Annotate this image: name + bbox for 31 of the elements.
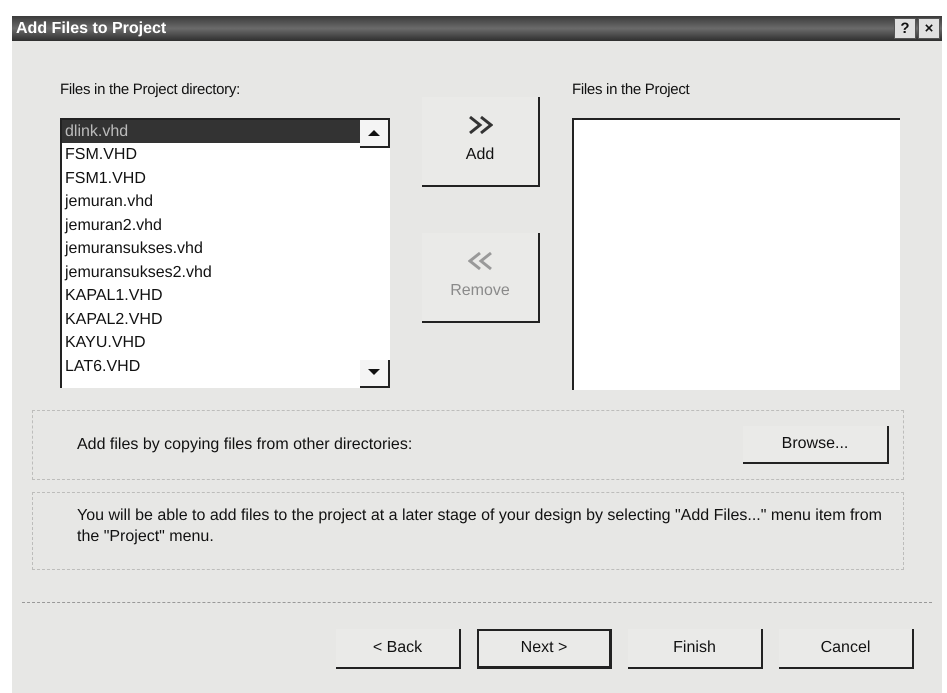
list-label: Files in the Project	[572, 80, 690, 100]
scroll-up-button[interactable]	[360, 120, 390, 148]
double-left-arrow-icon	[468, 251, 492, 271]
file-list-item[interactable]: KAYU.VHD	[62, 331, 360, 354]
file-list-item[interactable]: jemuransukses2.vhd	[62, 260, 360, 284]
close-button[interactable]: ×	[918, 18, 940, 39]
file-list-item[interactable]: KAPAL1.VHD	[62, 284, 360, 308]
cancel-button[interactable]: Cancel	[779, 628, 914, 668]
file-list-item[interactable]: LAT6.VHD	[62, 354, 360, 378]
help-button[interactable]: ?	[894, 18, 916, 39]
file-list-item[interactable]: KAPAL2.VHD	[62, 308, 360, 331]
file-list-item[interactable]: dlink.vhd	[62, 120, 360, 143]
scroll-down-button[interactable]	[360, 360, 390, 388]
browse-hint-text: Add files by copying files from other directories:	[77, 434, 414, 454]
window-title: Add Files to Project	[16, 18, 166, 38]
list-label: Files in the Project directory:	[60, 80, 241, 100]
file-list-item[interactable]: FSM.VHD	[62, 143, 360, 166]
back-button[interactable]: < Back	[336, 628, 461, 668]
add-button[interactable]: Add	[422, 97, 540, 187]
down-arrow-icon	[368, 369, 380, 376]
browse-button[interactable]: Browse...	[743, 426, 889, 464]
next-button[interactable]: Next >	[477, 628, 612, 668]
file-list-item[interactable]: jemuran.vhd	[62, 190, 360, 214]
finish-button[interactable]: Finish	[628, 628, 763, 668]
file-list-item[interactable]: jemuransukses.vhd	[62, 237, 360, 260]
file-list-item[interactable]: FSM1.VHD	[62, 166, 360, 190]
up-arrow-icon	[368, 129, 380, 136]
file-list[interactable]: dlink.vhd FSM.VHD FSM1.VHD jemuran.vhd jemuran2.vhd jemuransukses.vhd jemuransukses2.vhd KAPAL1.VHD KAPAL2.VHD KAYU.VHD LAT6.VHD	[60, 118, 390, 388]
file-list-item[interactable]: jemuran2.vhd	[62, 214, 360, 237]
double-right-arrow-icon	[468, 115, 492, 135]
info-text: You will be able to add files to the project at a later stage of your design by selecting "Add Files..." menu item from the "Project" menu.	[77, 506, 883, 546]
